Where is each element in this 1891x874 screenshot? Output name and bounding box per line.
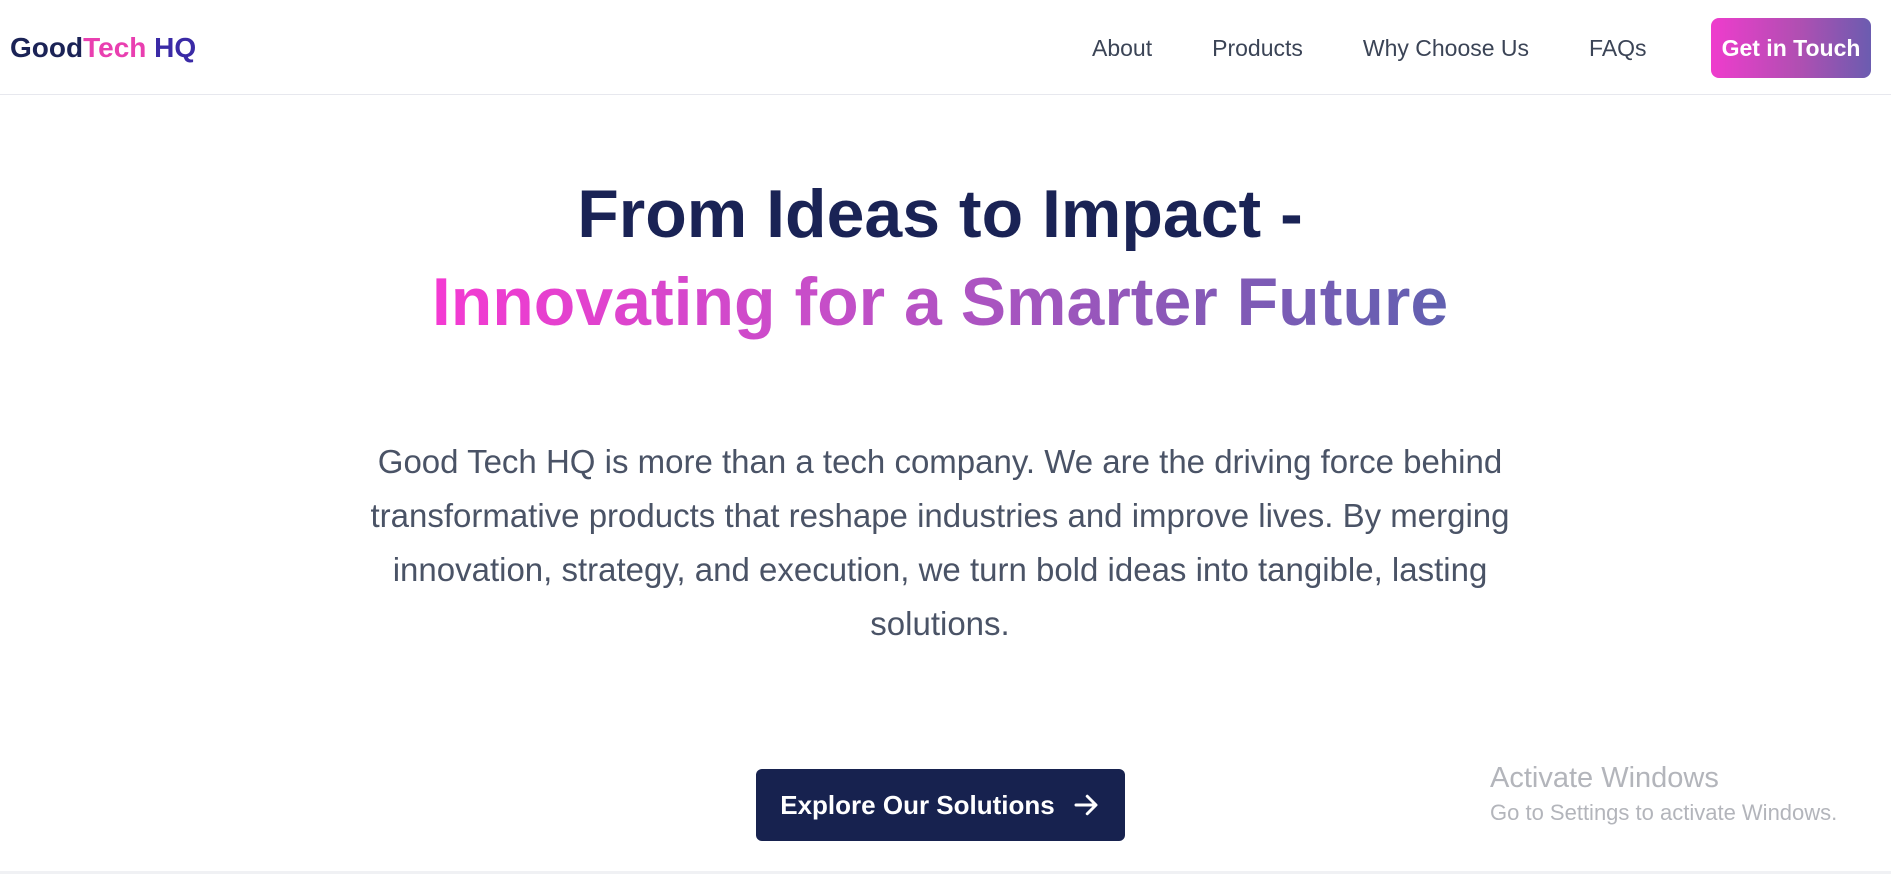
logo-part-good: Good bbox=[10, 32, 84, 63]
main-nav: About Products Why Choose Us FAQs bbox=[1074, 30, 1647, 66]
watermark-subtitle: Go to Settings to activate Windows. bbox=[1490, 800, 1838, 825]
hero-title: From Ideas to Impact - Innovating for a … bbox=[0, 170, 1880, 346]
site-logo[interactable]: GoodTech HQ bbox=[10, 30, 196, 66]
top-navbar: GoodTech HQ About Products Why Choose Us… bbox=[0, 0, 1891, 95]
arrow-right-icon bbox=[1074, 794, 1098, 816]
nav-link-about[interactable]: About bbox=[1092, 30, 1152, 66]
logo-part-hq: HQ bbox=[154, 32, 197, 63]
nav-link-faqs[interactable]: FAQs bbox=[1589, 30, 1647, 66]
hero-title-line1: From Ideas to Impact - bbox=[577, 176, 1303, 252]
explore-solutions-button[interactable]: Explore Our Solutions bbox=[756, 769, 1125, 841]
explore-solutions-label: Explore Our Solutions bbox=[780, 789, 1055, 820]
logo-part-tech: Tech bbox=[83, 32, 147, 63]
nav-link-why-choose-us[interactable]: Why Choose Us bbox=[1363, 30, 1529, 66]
watermark-title: Activate Windows bbox=[1490, 762, 1719, 794]
windows-activation-watermark: Activate Windows Go to Settings to activ… bbox=[1490, 760, 1837, 830]
hero-title-line2: Innovating for a Smarter Future bbox=[432, 258, 1448, 346]
get-in-touch-button[interactable]: Get in Touch bbox=[1711, 18, 1871, 78]
hero-description: Good Tech HQ is more than a tech company… bbox=[370, 443, 1510, 642]
nav-link-products[interactable]: Products bbox=[1212, 30, 1303, 66]
page: GoodTech HQ About Products Why Choose Us… bbox=[0, 0, 1891, 874]
